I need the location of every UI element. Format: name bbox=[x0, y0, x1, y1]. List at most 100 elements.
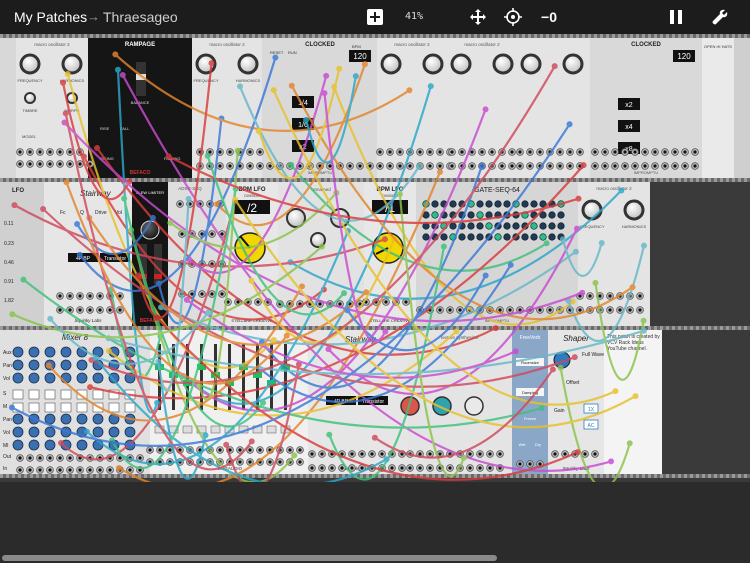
cable-plug[interactable] bbox=[381, 236, 388, 243]
cable-plug[interactable] bbox=[453, 328, 460, 335]
cable-plug[interactable] bbox=[165, 153, 172, 160]
mute-button[interactable] bbox=[182, 425, 193, 434]
cable-plug[interactable] bbox=[155, 358, 162, 365]
module-macro-oscillator-3[interactable]: macro oscillator 2 bbox=[377, 38, 447, 178]
gate-step[interactable] bbox=[485, 222, 493, 230]
pitch-knob[interactable] bbox=[464, 396, 484, 416]
cable-plug[interactable] bbox=[288, 82, 295, 89]
cable-plug[interactable] bbox=[341, 290, 348, 297]
gate-step[interactable] bbox=[539, 222, 547, 230]
cable-plug[interactable] bbox=[559, 236, 566, 243]
gate-step[interactable] bbox=[494, 233, 502, 241]
cable-plug[interactable] bbox=[325, 346, 332, 353]
cable-plug[interactable] bbox=[361, 61, 368, 68]
cable-plug[interactable] bbox=[94, 145, 101, 152]
mixer-knob[interactable] bbox=[28, 359, 40, 371]
cable-plug[interactable] bbox=[291, 452, 298, 459]
cable-plug[interactable] bbox=[608, 458, 615, 465]
mixer-toggle[interactable] bbox=[108, 402, 120, 413]
move-button[interactable] bbox=[468, 6, 488, 28]
mixer-knob[interactable] bbox=[44, 426, 56, 438]
harmonics-knob[interactable] bbox=[492, 53, 514, 75]
gate-step[interactable] bbox=[476, 211, 484, 219]
cable-plug[interactable] bbox=[119, 72, 126, 79]
cable-plug[interactable] bbox=[396, 191, 403, 198]
cable-plug[interactable] bbox=[283, 332, 290, 339]
cable-plug[interactable] bbox=[248, 277, 255, 284]
cable-plug[interactable] bbox=[232, 196, 239, 203]
cable-plug[interactable] bbox=[580, 162, 587, 169]
cable-plug[interactable] bbox=[83, 428, 90, 435]
gate-step[interactable] bbox=[467, 222, 475, 230]
cable-plug[interactable] bbox=[326, 431, 333, 438]
frequency-knob[interactable] bbox=[380, 53, 402, 75]
mixer-toggle[interactable] bbox=[92, 389, 104, 400]
cable-plug[interactable] bbox=[579, 289, 586, 296]
gate-step[interactable] bbox=[458, 233, 466, 241]
gate-step[interactable] bbox=[557, 211, 565, 219]
cable-plug[interactable] bbox=[598, 239, 605, 246]
gate-step[interactable] bbox=[440, 233, 448, 241]
cable-opacity-button[interactable]: −0 bbox=[537, 6, 561, 28]
harmonics-knob[interactable] bbox=[61, 53, 83, 75]
cable-plug[interactable] bbox=[47, 315, 54, 322]
mixer-knob[interactable] bbox=[92, 413, 104, 425]
cable-plug[interactable] bbox=[323, 72, 330, 79]
mixer-toggle[interactable] bbox=[44, 389, 56, 400]
cable-plug[interactable] bbox=[612, 388, 619, 395]
mixer-toggle[interactable] bbox=[28, 389, 40, 400]
cable-plug[interactable] bbox=[371, 434, 378, 441]
cable-plug[interactable] bbox=[40, 205, 47, 212]
cable-plug[interactable] bbox=[76, 251, 83, 258]
mixer-knob[interactable] bbox=[12, 439, 24, 451]
cable-plug[interactable] bbox=[344, 307, 351, 314]
cable-plug[interactable] bbox=[629, 284, 636, 291]
cable-plug[interactable] bbox=[248, 438, 255, 445]
cable-plug[interactable] bbox=[204, 152, 211, 159]
module-partial[interactable] bbox=[0, 38, 16, 178]
gate-step[interactable] bbox=[503, 200, 511, 208]
mixer-toggle[interactable] bbox=[12, 389, 24, 400]
cable-plug[interactable] bbox=[557, 364, 564, 371]
mixer-knob[interactable] bbox=[44, 346, 56, 358]
cable-plug[interactable] bbox=[321, 90, 328, 97]
mixer-knob[interactable] bbox=[12, 359, 24, 371]
cable-plug[interactable] bbox=[57, 440, 64, 447]
cable-plug[interactable] bbox=[45, 362, 52, 369]
cable-plug[interactable] bbox=[507, 261, 514, 268]
center-view-button[interactable] bbox=[503, 6, 523, 28]
cable-plug[interactable] bbox=[492, 325, 499, 332]
cable-plug[interactable] bbox=[382, 328, 389, 335]
cable-plug[interactable] bbox=[416, 163, 423, 170]
module-notes[interactable]: This patch is created by VCV Rack Ideas … bbox=[604, 330, 662, 474]
slider-handle[interactable] bbox=[154, 274, 162, 279]
cable-plug[interactable] bbox=[149, 214, 156, 221]
mixer-knob[interactable] bbox=[76, 413, 88, 425]
cable-plug[interactable] bbox=[64, 71, 71, 78]
cable-plug[interactable] bbox=[618, 187, 625, 194]
gate-step[interactable] bbox=[512, 222, 520, 230]
cable-plug[interactable] bbox=[478, 163, 485, 170]
cable-plug[interactable] bbox=[632, 393, 639, 400]
settings-button[interactable] bbox=[710, 6, 730, 28]
add-module-button[interactable] bbox=[366, 6, 384, 28]
cable-plug[interactable] bbox=[234, 147, 241, 154]
harmonics-knob[interactable] bbox=[623, 199, 645, 221]
gate-step[interactable] bbox=[548, 211, 556, 219]
cable-plug[interactable] bbox=[114, 66, 121, 73]
cable-plug[interactable] bbox=[11, 202, 18, 209]
cable-plug[interactable] bbox=[482, 272, 489, 279]
cable-plug[interactable] bbox=[436, 168, 443, 175]
mixer-toggle[interactable] bbox=[28, 402, 40, 413]
mute-button[interactable] bbox=[266, 425, 277, 434]
module-macro-oscillator-2[interactable]: macro oscillator 2 FREQUENCY HARMONICS bbox=[192, 38, 262, 178]
mixer-knob[interactable] bbox=[108, 426, 120, 438]
cable-plug[interactable] bbox=[154, 399, 161, 406]
mixer-toggle[interactable] bbox=[44, 402, 56, 413]
gate-step[interactable] bbox=[557, 222, 565, 230]
cable-plug[interactable] bbox=[185, 195, 192, 202]
fader-track[interactable] bbox=[284, 344, 287, 410]
cable-plug[interactable] bbox=[62, 110, 69, 117]
mixer-knob[interactable] bbox=[92, 372, 104, 384]
cable-plug[interactable] bbox=[640, 317, 647, 324]
